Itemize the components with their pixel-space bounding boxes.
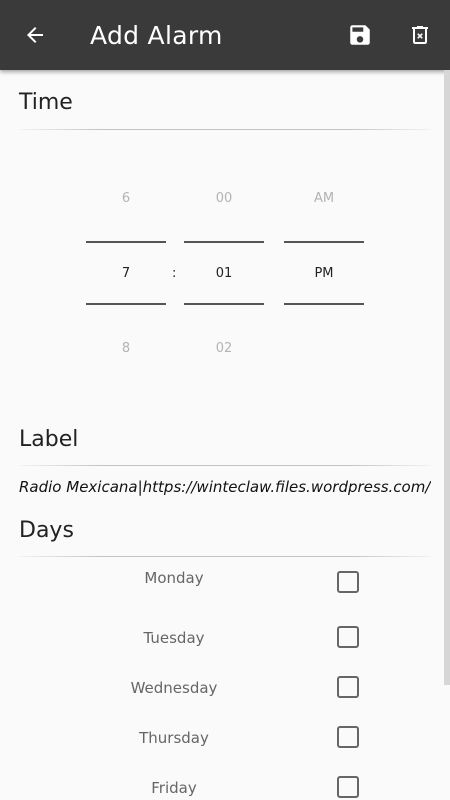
ampm-bottom-line — [284, 303, 364, 305]
hour-prev[interactable]: 6 — [86, 191, 166, 206]
delete-icon — [412, 26, 428, 44]
time-separator: : — [172, 266, 177, 281]
checkbox-monday[interactable] — [337, 571, 359, 593]
checkbox-friday[interactable] — [337, 776, 359, 798]
save-icon — [350, 25, 370, 45]
arrow-back-icon — [27, 27, 43, 43]
alarm-label-field[interactable]: Radio Mexicana|https://winteclaw.files.w… — [19, 478, 431, 496]
days-divider — [20, 556, 430, 557]
ampm-prev[interactable]: AM — [284, 191, 364, 206]
app-toolbar: Add Alarm — [0, 0, 450, 70]
back-button[interactable] — [18, 18, 52, 52]
ampm-selected[interactable]: PM — [284, 266, 364, 281]
day-label-monday: Monday — [144, 569, 204, 587]
hour-top-line — [86, 241, 166, 243]
checkbox-thursday[interactable] — [337, 726, 359, 748]
hour-selected[interactable]: 7 — [86, 266, 166, 281]
label-divider — [20, 465, 430, 466]
save-button[interactable] — [343, 18, 377, 52]
minute-top-line — [184, 241, 264, 243]
page-title: Add Alarm — [90, 21, 223, 50]
minute-bottom-line — [184, 303, 264, 305]
day-label-wednesday: Wednesday — [130, 679, 218, 697]
time-section-title: Time — [19, 90, 73, 115]
time-divider — [20, 129, 430, 130]
minute-prev[interactable]: 00 — [184, 191, 264, 206]
day-label-thursday: Thursday — [139, 729, 209, 747]
checkbox-wednesday[interactable] — [337, 676, 359, 698]
days-section-title: Days — [19, 518, 74, 543]
hour-next[interactable]: 8 — [86, 341, 166, 356]
checkbox-tuesday[interactable] — [337, 626, 359, 648]
day-label-tuesday: Tuesday — [143, 629, 205, 647]
hour-bottom-line — [86, 303, 166, 305]
delete-button[interactable] — [403, 18, 437, 52]
scrollbar[interactable] — [444, 70, 450, 685]
label-section-title: Label — [19, 427, 79, 452]
ampm-top-line — [284, 241, 364, 243]
minute-selected[interactable]: 01 — [184, 266, 264, 281]
day-label-friday: Friday — [151, 779, 197, 797]
minute-next[interactable]: 02 — [184, 341, 264, 356]
